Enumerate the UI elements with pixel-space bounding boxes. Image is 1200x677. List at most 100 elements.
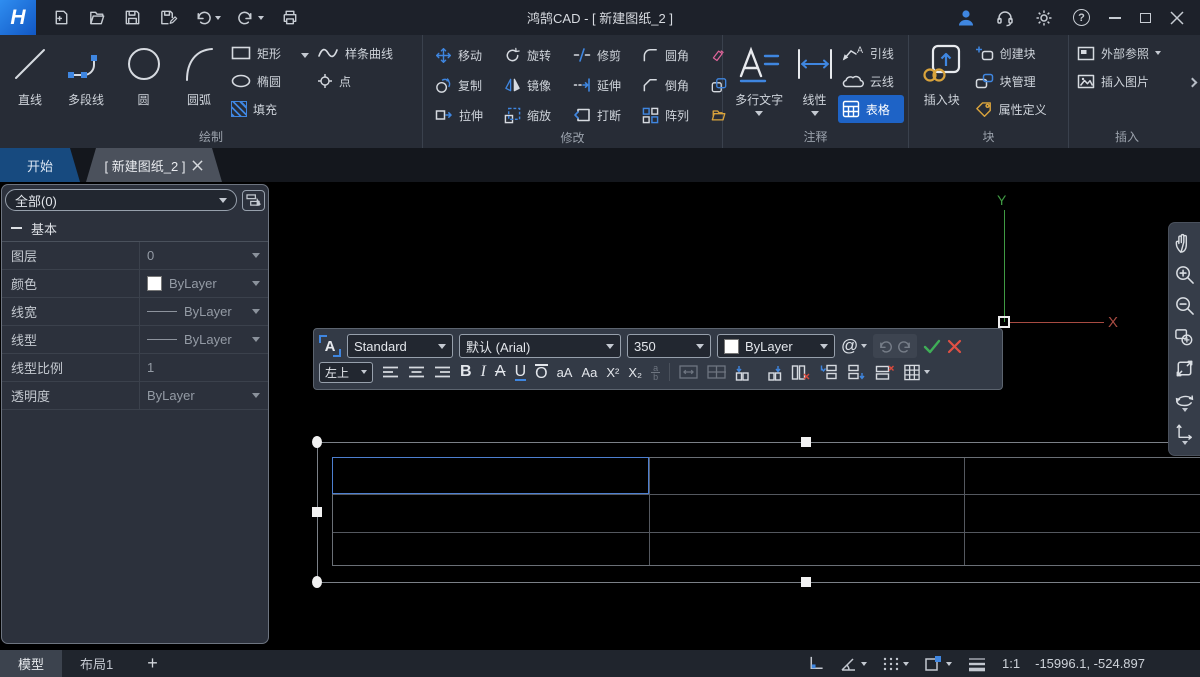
print-icon[interactable]	[280, 8, 300, 27]
tab-close-icon[interactable]	[192, 160, 203, 171]
lineweight-dropdown-icon[interactable]	[252, 309, 260, 314]
lowercase-button[interactable]: aA	[557, 365, 573, 380]
hatch-button[interactable]: 填充	[227, 95, 301, 123]
array-button[interactable]: 阵列	[638, 101, 707, 129]
grid-snap-icon[interactable]	[882, 656, 909, 672]
italic-button[interactable]: I	[481, 363, 486, 381]
app-logo[interactable]: H	[0, 0, 36, 35]
grip-top-middle[interactable]	[801, 437, 811, 447]
undo-button[interactable]	[194, 9, 221, 26]
layer-dropdown-icon[interactable]	[252, 253, 260, 258]
save-as-icon[interactable]	[158, 8, 178, 27]
mtext-button[interactable]: 多行文字	[727, 37, 791, 129]
model-tab[interactable]: 模型	[0, 650, 62, 677]
overline-button[interactable]: O	[535, 364, 547, 381]
pan-hand-icon[interactable]	[1174, 233, 1195, 254]
section-basic[interactable]: 基本	[2, 215, 268, 242]
ortho-mode-icon[interactable]	[807, 655, 825, 672]
grip-top-left[interactable]	[312, 436, 322, 448]
undo-dropdown-icon[interactable]	[215, 16, 221, 20]
point-button[interactable]: 点	[313, 67, 409, 95]
orbit-icon[interactable]	[1174, 389, 1195, 412]
minimize-icon[interactable]	[1109, 17, 1121, 19]
grip-bottom-middle[interactable]	[801, 577, 811, 587]
underline-button[interactable]: U	[515, 364, 527, 381]
move-button[interactable]: 移动	[431, 41, 500, 69]
zoom-out-icon[interactable]	[1174, 295, 1195, 316]
lineweight-display-icon[interactable]	[967, 656, 987, 672]
grip-left-middle[interactable]	[312, 507, 322, 517]
align-center-icon[interactable]	[408, 365, 425, 379]
object-snap-icon[interactable]	[924, 655, 952, 672]
linetype-dropdown-icon[interactable]	[252, 337, 260, 342]
justify-combo[interactable]: 左上	[319, 362, 373, 383]
add-layout-button[interactable]: +	[131, 653, 174, 674]
help-icon[interactable]: ?	[1073, 9, 1090, 26]
break-button[interactable]: 打断	[569, 101, 638, 129]
superscript-button[interactable]: X²	[606, 365, 619, 380]
text-color-combo[interactable]: ByLayer	[717, 334, 835, 358]
block-manager-button[interactable]: 块管理	[971, 67, 1064, 95]
copy-button[interactable]: 复制	[431, 71, 500, 99]
insert-symbol-button[interactable]: @	[841, 334, 867, 358]
layout1-tab[interactable]: 布局1	[62, 650, 131, 677]
font-combo[interactable]: 默认 (Arial)	[459, 334, 621, 358]
linetype-value[interactable]: ByLayer	[140, 326, 268, 353]
linetype-scale-value[interactable]: 1	[140, 354, 268, 381]
delete-column-icon[interactable]	[791, 364, 810, 381]
ribbon-expand-button[interactable]	[1185, 35, 1200, 129]
xref-dropdown-icon[interactable]	[1155, 51, 1161, 55]
xref-button[interactable]: 外部参照	[1073, 39, 1181, 67]
save-icon[interactable]	[123, 8, 142, 27]
uppercase-button[interactable]: Aa	[581, 365, 597, 380]
close-icon[interactable]	[1170, 11, 1184, 25]
editor-undo-icon[interactable]	[877, 339, 893, 354]
redo-dropdown-icon[interactable]	[258, 16, 264, 20]
rectangle-button[interactable]: 矩形	[227, 39, 301, 67]
tab-start[interactable]: 开始	[0, 148, 80, 182]
rectangle-dropdown-icon[interactable]	[301, 53, 309, 58]
line-button[interactable]: 直线	[4, 37, 56, 129]
editor-redo-icon[interactable]	[897, 339, 913, 354]
ucs-origin-grip[interactable]	[998, 316, 1010, 328]
tab-document[interactable]: [ 新建图纸_2 ]	[86, 148, 222, 182]
delete-row-icon[interactable]	[875, 364, 894, 381]
insert-block-button[interactable]: 插入块	[913, 37, 971, 129]
quick-select-button[interactable]	[242, 190, 265, 211]
align-left-icon[interactable]	[382, 365, 399, 379]
linear-dim-button[interactable]: 线性	[791, 37, 838, 129]
bold-button[interactable]: B	[460, 363, 472, 381]
drawing-canvas[interactable]: Y X A Standard	[270, 182, 1200, 650]
insert-row-above-icon[interactable]	[819, 364, 838, 381]
selection-filter-combo[interactable]: 全部(0)	[5, 189, 237, 211]
polar-tracking-icon[interactable]	[840, 656, 867, 672]
circle-button[interactable]: 圆	[116, 37, 171, 129]
transparency-value[interactable]: ByLayer	[140, 382, 268, 409]
cell-borders-button[interactable]	[903, 364, 930, 381]
polyline-button[interactable]: 多段线	[56, 37, 116, 129]
arc-button[interactable]: 圆弧	[171, 37, 227, 129]
unmerge-cells-icon[interactable]	[707, 365, 726, 379]
annotation-scale[interactable]: 1:1	[1002, 656, 1020, 671]
text-height-combo[interactable]: 350	[627, 334, 711, 358]
subscript-button[interactable]: X₂	[628, 365, 642, 380]
leader-button[interactable]: A 引线	[838, 39, 904, 67]
open-file-icon[interactable]	[87, 8, 107, 27]
transparency-dropdown-icon[interactable]	[252, 393, 260, 398]
insert-image-button[interactable]: 插入图片	[1073, 67, 1181, 95]
zoom-window-icon[interactable]	[1174, 327, 1195, 348]
merge-cells-icon[interactable]	[679, 365, 698, 379]
zoom-in-icon[interactable]	[1174, 264, 1195, 285]
confirm-icon[interactable]	[923, 339, 941, 354]
maximize-icon[interactable]	[1140, 13, 1151, 23]
text-style-combo[interactable]: Standard	[347, 334, 453, 358]
insert-column-right-icon[interactable]	[763, 364, 782, 381]
insert-row-below-icon[interactable]	[847, 364, 866, 381]
table-entity[interactable]	[332, 457, 1200, 566]
table-active-cell[interactable]	[332, 457, 649, 494]
spline-button[interactable]: 样条曲线	[313, 39, 409, 67]
create-block-button[interactable]: 创建块	[971, 39, 1064, 67]
settings-gear-icon[interactable]	[1034, 8, 1054, 28]
revcloud-button[interactable]: 云线	[838, 67, 904, 95]
stack-fraction-button[interactable]: a b	[651, 364, 660, 381]
